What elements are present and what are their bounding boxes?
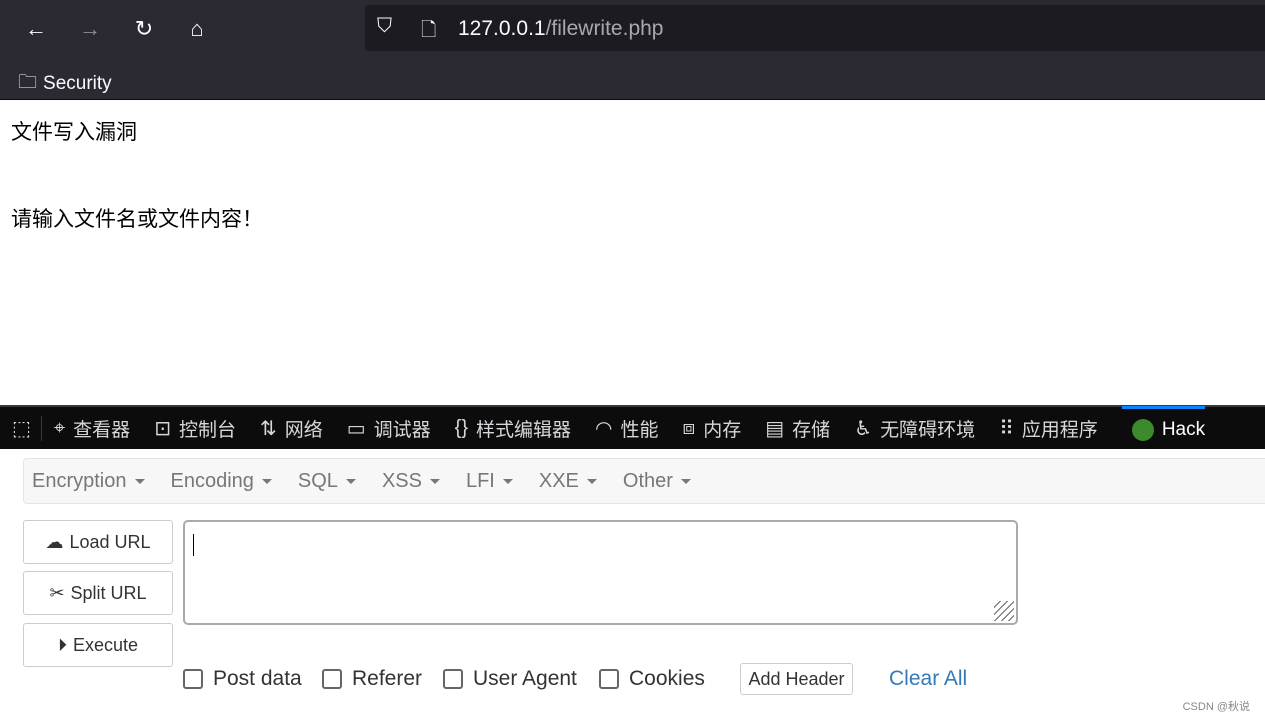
hackbar-icon — [1131, 418, 1154, 441]
page-message: 请输入文件名或文件内容！ — [11, 208, 263, 231]
clear-all-link[interactable]: Clear All — [889, 667, 967, 691]
tab-style-editor[interactable]: {} 样式编辑器 — [455, 415, 571, 442]
tab-hackbar[interactable]: Hack — [1121, 406, 1206, 450]
tab-accessibility[interactable]: ♿ 无障碍环境 — [854, 415, 975, 442]
url-host: 127.0.0.1 — [458, 17, 546, 40]
forward-icon[interactable]: → — [75, 14, 105, 44]
tab-label: 控制台 — [178, 419, 236, 441]
inspector-icon: ⌖ — [53, 416, 66, 439]
menu-sql[interactable]: SQL — [298, 470, 356, 493]
debugger-icon: ▭ — [346, 417, 366, 440]
tab-label: 调试器 — [373, 419, 431, 441]
page-title: 文件写入漏洞 — [11, 121, 137, 144]
checkbox-post-data[interactable]: Post data — [183, 667, 302, 691]
tab-label: 应用程序 — [1021, 419, 1098, 441]
pick-element-button[interactable]: ⬚ — [12, 415, 42, 441]
performance-icon: ◠ — [595, 417, 613, 440]
nav-bar: ← → ↻ ⌂ ⛉ 🗋 127.0.0.1/filewrite.php — [0, 0, 1265, 58]
storage-icon: ▤ — [765, 417, 785, 440]
tab-label: 查看器 — [73, 419, 131, 441]
devtools-toolbar: ⬚ ⌖ 查看器 ⊡ 控制台 ⇅ 网络 ▭ 调试器 {} 样式编辑器 ◠ 性能 ⧈ 内存 ▤ 存储 ♿ 无障碍环境 ⠿… — [0, 405, 1265, 449]
application-icon: ⠿ — [999, 417, 1014, 440]
accessibility-icon: ♿ — [854, 417, 873, 440]
checkbox-user-agent[interactable]: User Agent — [443, 667, 577, 691]
cloud-download-icon: ☁ — [45, 531, 64, 552]
play-icon: ⏵ — [57, 634, 67, 655]
tab-memory[interactable]: ⧈ 内存 — [683, 415, 742, 442]
bookmark-label: Security — [43, 73, 112, 94]
tab-inspector[interactable]: ⌖ 查看器 — [54, 415, 130, 442]
checkbox-box[interactable] — [443, 669, 463, 689]
tab-application[interactable]: ⠿ 应用程序 — [999, 415, 1098, 442]
menu-encryption[interactable]: Encryption — [32, 470, 145, 493]
checkbox-box[interactable] — [322, 669, 342, 689]
execute-button[interactable]: ⏵ Execute — [23, 623, 173, 667]
memory-icon: ⧈ — [682, 416, 696, 439]
checkbox-label: Post data — [213, 667, 302, 690]
tab-label: 网络 — [284, 419, 323, 441]
checkbox-label: Cookies — [629, 667, 705, 690]
tab-label: 性能 — [620, 419, 659, 441]
url-path: /filewrite.php — [545, 17, 664, 40]
url-textarea[interactable] — [183, 520, 1018, 625]
reload-icon[interactable]: ↻ — [129, 14, 159, 44]
menu-xss[interactable]: XSS — [382, 470, 440, 493]
tab-label: 内存 — [703, 419, 742, 441]
tab-performance[interactable]: ◠ 性能 — [595, 415, 658, 442]
button-label: Split URL — [70, 582, 147, 603]
hackbar-menu: Encryption Encoding SQL XSS LFI XXE Other — [23, 458, 1265, 504]
bookmarks-bar: 🗀 Security — [0, 58, 1265, 100]
scissors-icon: ✂ — [49, 582, 65, 603]
checkbox-label: User Agent — [473, 667, 577, 690]
button-label: Load URL — [69, 531, 151, 552]
tab-label: 样式编辑器 — [476, 419, 572, 441]
pick-element-icon: ⬚ — [12, 417, 31, 440]
tab-console[interactable]: ⊡ 控制台 — [154, 415, 236, 442]
console-icon: ⊡ — [154, 417, 171, 440]
network-icon: ⇅ — [259, 417, 277, 440]
menu-xxe[interactable]: XXE — [539, 470, 597, 493]
menu-lfi[interactable]: LFI — [466, 470, 513, 493]
tab-debugger[interactable]: ▭ 调试器 — [347, 415, 431, 442]
checkbox-box[interactable] — [183, 669, 203, 689]
folder-icon: 🗀 — [18, 72, 38, 93]
checkbox-label: Referer — [352, 667, 423, 690]
menu-other[interactable]: Other — [623, 470, 691, 493]
menu-encoding[interactable]: Encoding — [171, 470, 272, 493]
resize-handle[interactable] — [994, 601, 1014, 621]
bookmark-security[interactable]: 🗀 Security — [18, 68, 112, 100]
home-icon[interactable]: ⌂ — [182, 14, 212, 44]
page-icon: 🗋 — [421, 20, 437, 41]
style-editor-icon: {} — [454, 416, 469, 439]
checkbox-box[interactable] — [599, 669, 619, 689]
checkbox-cookies[interactable]: Cookies — [599, 667, 705, 691]
text-caret — [193, 534, 194, 556]
tab-label: 存储 — [792, 419, 831, 441]
button-label: Execute — [72, 634, 139, 655]
tab-label: Hack — [1161, 418, 1206, 440]
tab-network[interactable]: ⇅ 网络 — [260, 415, 323, 442]
watermark: CSDN @秋说 — [1182, 701, 1250, 713]
checkbox-referer[interactable]: Referer — [322, 667, 422, 691]
shield-icon[interactable]: ⛉ — [377, 15, 392, 38]
url-bar[interactable]: ⛉ 🗋 127.0.0.1/filewrite.php — [365, 5, 1265, 51]
load-url-button[interactable]: ☁ Load URL — [23, 520, 173, 564]
back-icon[interactable]: ← — [21, 14, 51, 44]
tab-storage[interactable]: ▤ 存储 — [765, 415, 830, 442]
split-url-button[interactable]: ✂ Split URL — [23, 571, 173, 615]
tab-label: 无障碍环境 — [880, 419, 976, 441]
add-header-button[interactable]: Add Header — [740, 663, 853, 695]
